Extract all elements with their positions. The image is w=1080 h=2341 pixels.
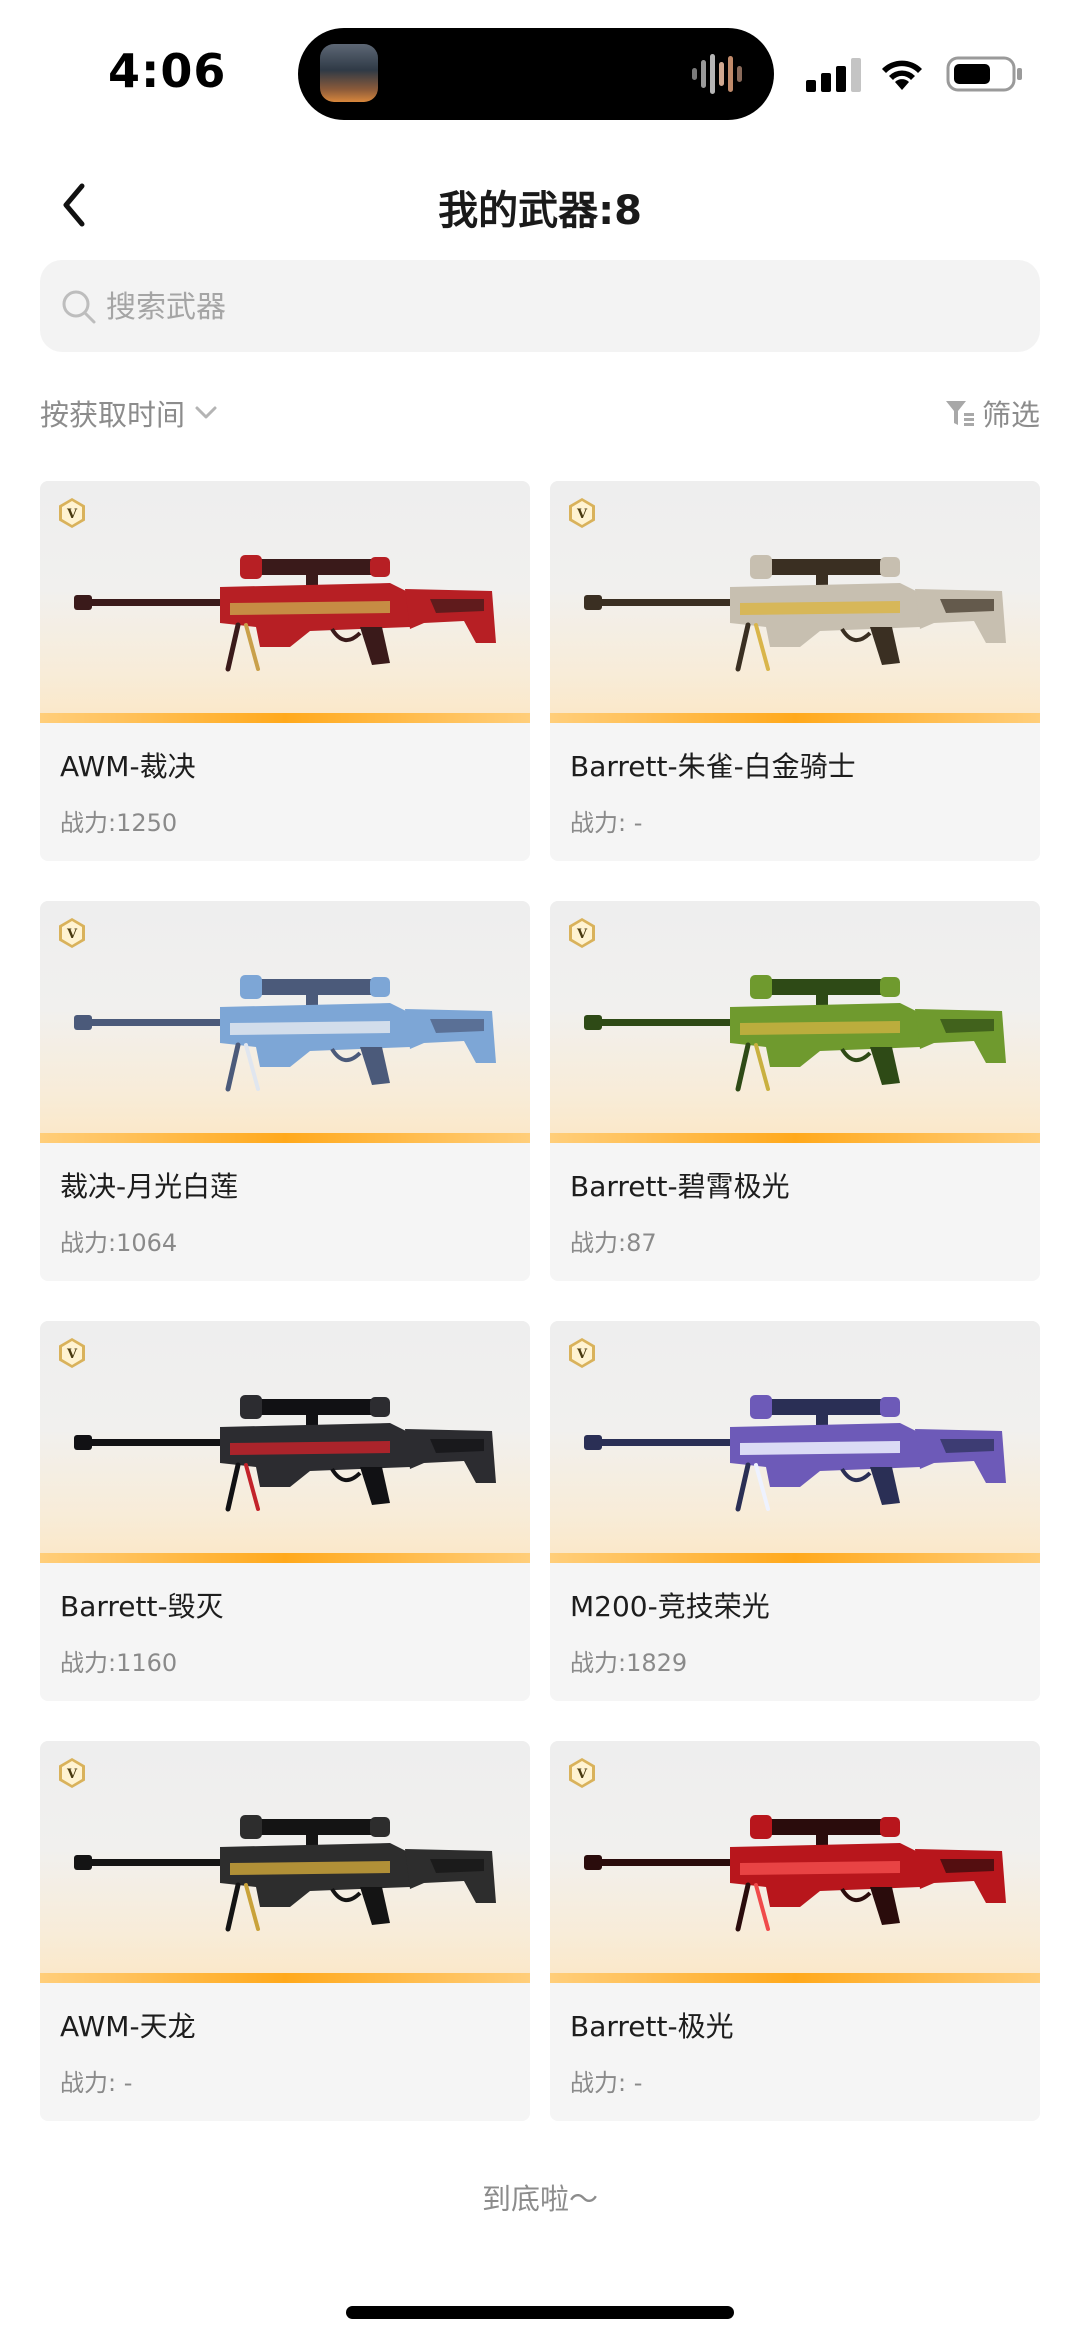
weapon-card[interactable]: V AWM-天龙 战力: -	[40, 1741, 530, 2121]
v-rank-badge-icon: V	[59, 918, 85, 948]
chevron-down-icon	[195, 406, 217, 419]
weapon-gun-icon	[584, 1815, 1006, 1932]
battery-icon	[946, 56, 1022, 92]
weapon-power: 战力:1064	[60, 1229, 178, 1257]
weapon-card[interactable]: V Barrett-极光 战力: -	[550, 1741, 1040, 2121]
sort-dropdown[interactable]: 按获取时间	[40, 392, 221, 434]
v-rank-badge-icon: V	[569, 1338, 595, 1368]
dynamic-island[interactable]	[298, 28, 774, 120]
weapon-name: Barrett-极光	[570, 2010, 734, 2043]
svg-text:V: V	[576, 1347, 588, 1362]
weapon-card[interactable]: V 裁决-月光白莲 战力:1064	[40, 901, 530, 1281]
weapon-gun-icon	[74, 975, 496, 1092]
weapon-power: 战力: -	[570, 809, 643, 837]
weapon-card[interactable]: V Barrett-毁灭 战力:1160	[40, 1321, 530, 1701]
svg-text:V: V	[576, 507, 588, 522]
v-rank-badge-icon: V	[59, 498, 85, 528]
weapon-power: 战力: -	[570, 2069, 643, 2097]
weapon-name: M200-竞技荣光	[570, 1590, 770, 1623]
weapon-card[interactable]: V Barrett-朱雀-白金骑士 战力: -	[550, 481, 1040, 861]
v-rank-badge-icon: V	[569, 1758, 595, 1788]
filter-label: 筛选	[981, 398, 1040, 432]
weapon-gun-icon	[584, 1395, 1006, 1512]
page-title: 我的武器:8	[438, 188, 642, 234]
weapon-gun-icon	[74, 1395, 496, 1512]
now-playing-artwork[interactable]	[320, 44, 378, 102]
weapon-card[interactable]: V M200-竞技荣光 战力:1829	[550, 1321, 1040, 1701]
svg-text:V: V	[576, 927, 588, 942]
weapon-name: AWM-裁决	[60, 750, 196, 783]
svg-text:V: V	[66, 927, 78, 942]
svg-text:V: V	[66, 507, 78, 522]
weapon-gun-icon	[74, 555, 496, 672]
weapon-name: AWM-天龙	[60, 2010, 196, 2043]
weapon-gun-icon	[74, 1815, 496, 1932]
filter-button[interactable]: 筛选	[944, 392, 1040, 434]
search-bar[interactable]	[40, 260, 1040, 354]
status-time: 4:06	[108, 44, 227, 98]
weapon-card[interactable]: V Barrett-碧霄极光 战力:87	[550, 901, 1040, 1281]
search-input[interactable]	[104, 260, 1008, 354]
wifi-icon	[882, 60, 922, 90]
weapon-power: 战力:1250	[60, 809, 178, 837]
status-bar: 4:06	[0, 0, 1080, 150]
audio-wave-icon	[692, 54, 742, 94]
svg-text:V: V	[66, 1767, 78, 1782]
v-rank-badge-icon: V	[569, 498, 595, 528]
weapon-gun-icon	[584, 975, 1006, 1092]
sort-label: 按获取时间	[40, 398, 186, 432]
weapon-name: Barrett-碧霄极光	[570, 1170, 790, 1203]
weapon-power: 战力:1160	[60, 1649, 178, 1677]
search-icon	[62, 290, 96, 324]
filter-icon	[945, 401, 974, 426]
cellular-signal-icon	[806, 58, 861, 92]
v-rank-badge-icon: V	[59, 1338, 85, 1368]
weapon-name: Barrett-朱雀-白金骑士	[570, 750, 856, 783]
navigation-header: 我的武器:8	[0, 150, 1080, 260]
v-rank-badge-icon: V	[569, 918, 595, 948]
weapon-name: Barrett-毁灭	[60, 1590, 224, 1623]
weapon-power: 战力:1829	[570, 1649, 688, 1677]
weapon-power: 战力:87	[570, 1229, 657, 1257]
weapon-name: 裁决-月光白莲	[60, 1170, 239, 1203]
svg-text:V: V	[576, 1767, 588, 1782]
svg-text:V: V	[66, 1347, 78, 1362]
v-rank-badge-icon: V	[59, 1758, 85, 1788]
weapon-power: 战力: -	[60, 2069, 133, 2097]
end-of-list-text: 到底啦～	[481, 2182, 598, 2216]
weapon-card[interactable]: V AWM-裁决 战力:1250	[40, 481, 530, 861]
home-indicator[interactable]	[346, 2306, 734, 2319]
weapon-gun-icon	[584, 555, 1006, 672]
